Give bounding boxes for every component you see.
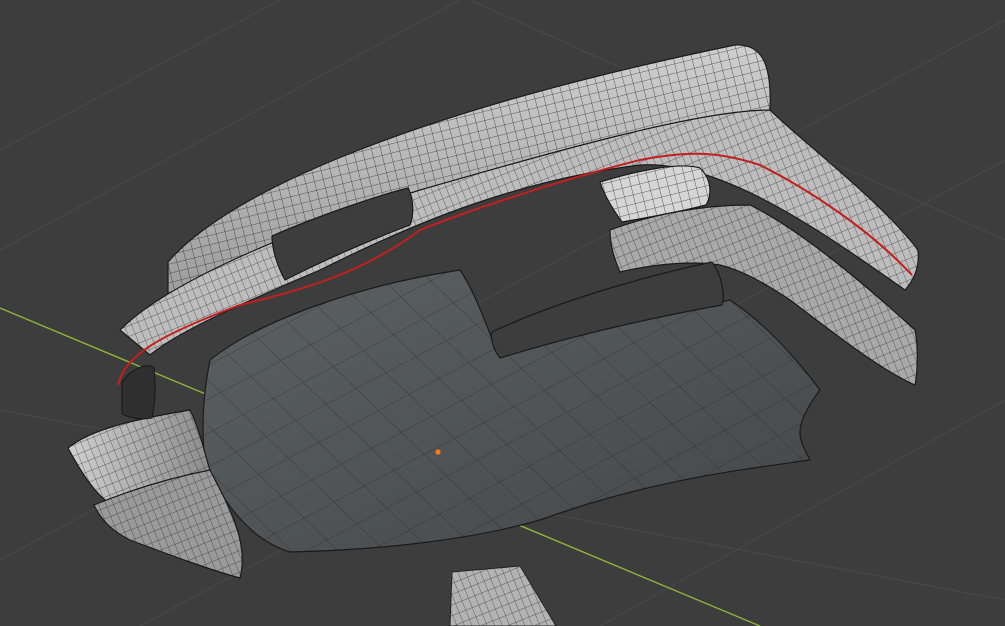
left-small-window [121, 365, 156, 420]
3d-viewport[interactable] [0, 0, 1005, 626]
mesh-object[interactable] [67, 44, 919, 579]
object-origin-dot [435, 449, 441, 455]
stand-part[interactable] [449, 565, 557, 626]
